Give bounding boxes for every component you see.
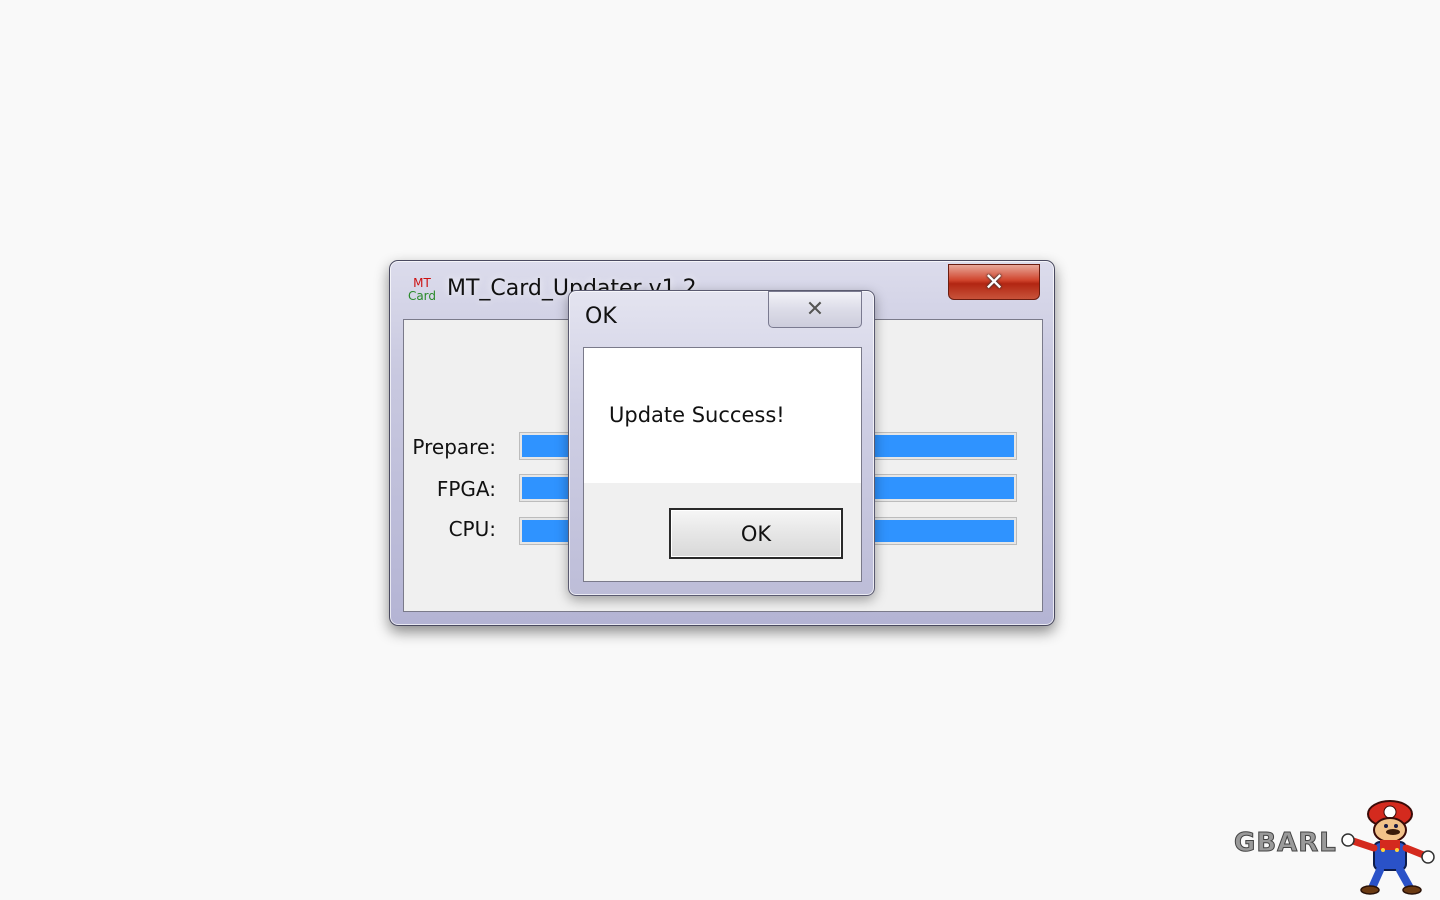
main-close-button[interactable]: ✕: [948, 264, 1040, 300]
app-icon: MT Card: [405, 277, 439, 305]
app-icon-line2: Card: [407, 289, 437, 303]
dialog-title: OK: [585, 304, 617, 329]
cpu-label: CPU:: [448, 517, 496, 541]
close-icon: ✕: [805, 297, 825, 322]
ok-button[interactable]: OK: [669, 508, 843, 559]
dialog-client-area: Update Success! OK: [583, 347, 862, 582]
dialog-message-area: Update Success!: [584, 348, 861, 483]
watermark-logo: GBARL: [1234, 828, 1337, 859]
prepare-label: Prepare:: [412, 435, 496, 459]
dialog-message: Update Success!: [609, 403, 785, 427]
close-icon: ✕: [983, 268, 1005, 296]
dialog-close-button[interactable]: ✕: [768, 291, 862, 328]
mario-mascot-icon: [1341, 800, 1435, 895]
desktop-background: MT Card MT_Card_Updater v1.2 ✕ Prepare: …: [0, 0, 1440, 900]
message-dialog: OK ✕ Update Success! OK: [568, 290, 875, 596]
fpga-label: FPGA:: [436, 477, 496, 501]
